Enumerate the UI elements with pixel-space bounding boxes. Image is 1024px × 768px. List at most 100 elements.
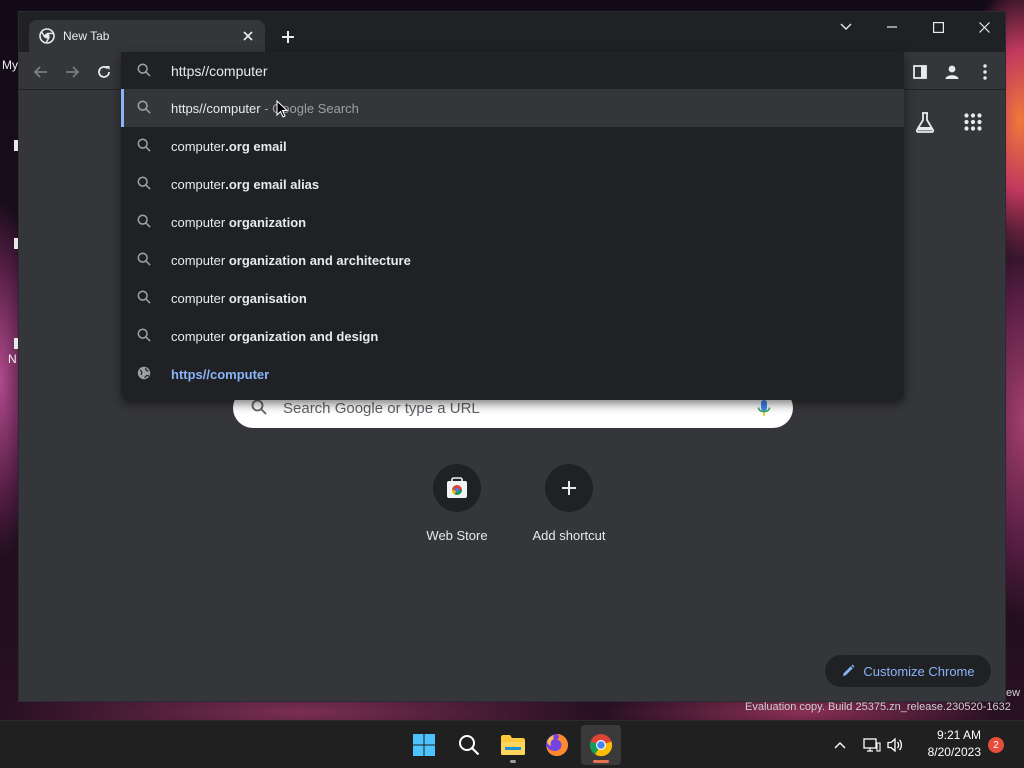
- search-icon: [137, 214, 153, 230]
- taskbar-search-button[interactable]: [449, 725, 489, 765]
- desktop-icon-label[interactable]: N: [8, 352, 17, 366]
- suggestion-text: computer: [171, 252, 229, 268]
- file-explorer-icon: [501, 735, 525, 755]
- omnibox-suggestion[interactable]: computer organisation: [121, 279, 904, 317]
- omnibox-url-suggestion[interactable]: https//computer: [121, 355, 904, 393]
- shortcut-label: Add shortcut: [532, 528, 606, 543]
- suggestion-completion: .org email alias: [225, 176, 320, 192]
- omnibox-suggestion[interactable]: computer organization and design: [121, 317, 904, 355]
- plus-icon: [562, 481, 576, 495]
- customize-chrome-button[interactable]: Customize Chrome: [825, 655, 991, 687]
- shortcut-label: Web Store: [426, 528, 488, 543]
- network-button[interactable]: [862, 735, 882, 755]
- omnibox-suggestion[interactable]: computer organization: [121, 203, 904, 241]
- shortcut-add[interactable]: Add shortcut: [513, 464, 625, 543]
- side-panel-icon: [913, 65, 927, 79]
- profile-button[interactable]: [940, 60, 964, 84]
- tab-title: New Tab: [63, 29, 110, 43]
- windows-start-icon: [413, 734, 435, 756]
- start-button[interactable]: [404, 725, 444, 765]
- shortcut-tile: [545, 464, 593, 512]
- web-store-icon: [447, 477, 467, 498]
- customize-chrome-label: Customize Chrome: [863, 663, 975, 679]
- plus-icon: [282, 31, 294, 43]
- apps-grid-icon: [964, 113, 982, 131]
- taskbar-file-explorer[interactable]: [493, 725, 533, 765]
- taskbar: 9:21 AM 8/20/2023 2: [0, 720, 1024, 768]
- system-clock[interactable]: 9:21 AM 8/20/2023: [905, 727, 981, 761]
- labs-button[interactable]: [909, 106, 941, 138]
- globe-icon: [137, 366, 153, 382]
- shortcut-web-store[interactable]: Web Store: [401, 464, 513, 543]
- omnibox-suggestion[interactable]: computer organization and architecture: [121, 241, 904, 279]
- mouse-cursor-icon: [276, 100, 288, 118]
- suggestion-text: computer: [171, 214, 229, 230]
- chrome-menu-button[interactable]: [973, 60, 997, 84]
- omnibox[interactable]: https//computer: [121, 52, 904, 90]
- title-bar: New Tab: [19, 12, 1005, 52]
- clock-date: 8/20/2023: [927, 745, 981, 759]
- suggestion-completion: organization and design: [228, 328, 379, 344]
- omnibox-suggestion[interactable]: computer.org email alias: [121, 165, 904, 203]
- search-icon: [137, 252, 153, 268]
- minimize-icon: [887, 26, 897, 28]
- search-icon: [137, 290, 153, 306]
- taskbar-firefox[interactable]: [537, 725, 577, 765]
- omnibox-input[interactable]: https//computer: [171, 63, 268, 79]
- close-window-button[interactable]: [961, 12, 1007, 42]
- profile-icon: [945, 65, 959, 79]
- back-arrow-icon: [33, 66, 47, 78]
- pencil-icon: [843, 664, 855, 676]
- tab-search-button[interactable]: [823, 12, 869, 42]
- taskbar-chrome[interactable]: [581, 725, 621, 765]
- active-indicator: [593, 760, 609, 763]
- ntp-search-placeholder: Search Google or type a URL: [283, 399, 480, 417]
- chrome-favicon-icon: [39, 28, 55, 44]
- desktop-icon-label[interactable]: My: [2, 58, 18, 72]
- search-icon: [137, 176, 153, 192]
- tab-new-tab[interactable]: New Tab: [29, 20, 265, 52]
- notification-badge[interactable]: 2: [988, 737, 1004, 753]
- microphone-icon[interactable]: [753, 397, 775, 419]
- volume-icon: [887, 737, 903, 753]
- suggestion-completion: organization: [228, 214, 307, 230]
- forward-arrow-icon: [66, 66, 80, 78]
- omnibox-dropdown: https//computer https//computer - Google…: [121, 52, 904, 400]
- close-tab-icon[interactable]: [239, 27, 257, 45]
- suggestion-completion: organization and architecture: [228, 252, 411, 268]
- suggestion-url: https//computer: [171, 366, 270, 382]
- firefox-icon: [546, 734, 568, 756]
- volume-button[interactable]: [885, 735, 905, 755]
- maximize-button[interactable]: [915, 12, 961, 42]
- omnibox-suggestion[interactable]: https//computer - Google Search: [121, 89, 904, 127]
- evaluation-watermark: Evaluation copy. Build 25375.zn_release.…: [745, 701, 1011, 713]
- running-indicator: [510, 760, 516, 763]
- watermark-edge-text: ew: [1006, 687, 1021, 699]
- back-button[interactable]: [29, 60, 53, 84]
- search-icon: [459, 735, 480, 756]
- clock-time: 9:21 AM: [936, 728, 981, 742]
- chrome-icon: [589, 734, 613, 757]
- suggestion-text: computer: [171, 328, 229, 344]
- chevron-up-icon: [834, 742, 846, 749]
- suggestion-text: https//computer: [171, 100, 261, 116]
- network-icon: [863, 738, 881, 752]
- google-apps-button[interactable]: [957, 106, 989, 138]
- search-icon: [137, 328, 153, 344]
- flask-icon: [915, 112, 935, 133]
- maximize-icon: [932, 21, 944, 33]
- suggestion-text: computer: [171, 176, 226, 192]
- search-icon: [137, 138, 153, 154]
- minimize-button[interactable]: [869, 12, 915, 42]
- reload-button[interactable]: [92, 60, 116, 84]
- suggestion-completion: organisation: [228, 290, 307, 306]
- more-vert-icon: [983, 64, 987, 80]
- omnibox-suggestion[interactable]: computer.org email: [121, 127, 904, 165]
- search-icon: [137, 100, 153, 116]
- show-hidden-icons-button[interactable]: [830, 735, 850, 755]
- side-panel-button[interactable]: [908, 60, 932, 84]
- search-icon: [137, 63, 153, 79]
- shortcut-tile: [433, 464, 481, 512]
- new-tab-button[interactable]: [277, 26, 299, 48]
- forward-button[interactable]: [60, 60, 84, 84]
